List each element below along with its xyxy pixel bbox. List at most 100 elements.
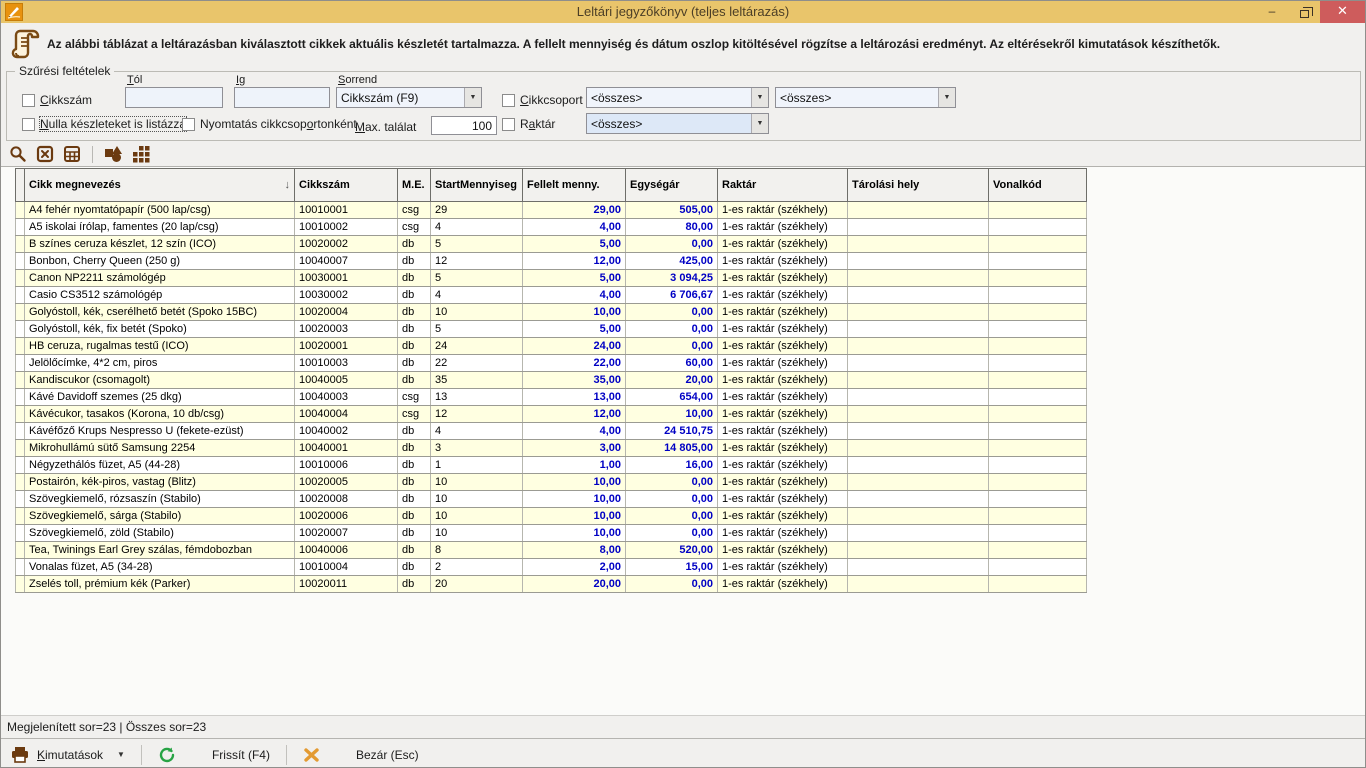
blocks-icon[interactable] <box>132 145 151 163</box>
cell-fellelt-menny[interactable]: 5,00 <box>523 321 626 338</box>
cell-startmennyiseg[interactable]: 13 <box>431 389 523 406</box>
cell-cikk-megnevezes[interactable]: Vonalas füzet, A5 (34-28) <box>25 559 295 576</box>
cell-vonalkod[interactable] <box>989 423 1087 440</box>
cell-tarolasi-hely[interactable] <box>848 355 989 372</box>
cell-me[interactable]: db <box>398 440 431 457</box>
cell-cikkszam[interactable]: 10040006 <box>295 542 398 559</box>
cell-startmennyiseg[interactable]: 4 <box>431 219 523 236</box>
cell-cikkszam[interactable]: 10020004 <box>295 304 398 321</box>
tol-input[interactable] <box>125 87 223 108</box>
cell-me[interactable]: db <box>398 338 431 355</box>
sorrend-select[interactable]: Cikkszám (F9) ▼ <box>336 87 482 108</box>
cell-egysegar[interactable]: 520,00 <box>626 542 718 559</box>
cell-cikkszam[interactable]: 10010002 <box>295 219 398 236</box>
row-selector-cell[interactable] <box>16 270 25 287</box>
cell-tarolasi-hely[interactable] <box>848 457 989 474</box>
cell-cikk-megnevezes[interactable]: Golyóstoll, kék, cserélhető betét (Spoko… <box>25 304 295 321</box>
cell-me[interactable]: db <box>398 576 431 593</box>
row-selector-cell[interactable] <box>16 474 25 491</box>
table-row[interactable]: Szövegkiemelő, zöld (Stabilo) 10020007 d… <box>16 525 1087 542</box>
cell-cikkszam[interactable]: 10020011 <box>295 576 398 593</box>
cell-raktar[interactable]: 1-es raktár (székhely) <box>718 389 848 406</box>
cell-me[interactable]: csg <box>398 389 431 406</box>
cell-cikkszam[interactable]: 10020003 <box>295 321 398 338</box>
cell-fellelt-menny[interactable]: 3,00 <box>523 440 626 457</box>
cell-tarolasi-hely[interactable] <box>848 236 989 253</box>
kimutatasok-button[interactable]: Kimutatások ▼ <box>11 746 125 763</box>
cell-cikkszam[interactable]: 10010003 <box>295 355 398 372</box>
cell-egysegar[interactable]: 0,00 <box>626 491 718 508</box>
cell-egysegar[interactable]: 654,00 <box>626 389 718 406</box>
cell-raktar[interactable]: 1-es raktár (székhely) <box>718 525 848 542</box>
cell-me[interactable]: db <box>398 287 431 304</box>
cell-tarolasi-hely[interactable] <box>848 508 989 525</box>
cell-me[interactable]: db <box>398 542 431 559</box>
cell-tarolasi-hely[interactable] <box>848 542 989 559</box>
cikkszam-checkbox[interactable] <box>22 94 35 107</box>
cell-fellelt-menny[interactable]: 22,00 <box>523 355 626 372</box>
cell-tarolasi-hely[interactable] <box>848 525 989 542</box>
cell-me[interactable]: csg <box>398 202 431 219</box>
cell-cikk-megnevezes[interactable]: Mikrohullámú sütő Samsung 2254 <box>25 440 295 457</box>
cell-cikkszam[interactable]: 10030002 <box>295 287 398 304</box>
cell-fellelt-menny[interactable]: 13,00 <box>523 389 626 406</box>
cell-me[interactable]: db <box>398 525 431 542</box>
cell-cikkszam[interactable]: 10040002 <box>295 423 398 440</box>
row-selector-cell[interactable] <box>16 525 25 542</box>
ig-input[interactable] <box>234 87 330 108</box>
cell-egysegar[interactable]: 14 805,00 <box>626 440 718 457</box>
table-row[interactable]: Kávéfőző Krups Nespresso U (fekete-ezüst… <box>16 423 1087 440</box>
cell-cikkszam[interactable]: 10020008 <box>295 491 398 508</box>
cell-raktar[interactable]: 1-es raktár (székhely) <box>718 508 848 525</box>
cell-egysegar[interactable]: 0,00 <box>626 236 718 253</box>
cell-egysegar[interactable]: 0,00 <box>626 525 718 542</box>
cell-me[interactable]: db <box>398 253 431 270</box>
cell-me[interactable]: csg <box>398 219 431 236</box>
cell-startmennyiseg[interactable]: 3 <box>431 440 523 457</box>
cell-me[interactable]: csg <box>398 406 431 423</box>
cell-me[interactable]: db <box>398 355 431 372</box>
cell-cikkszam[interactable]: 10040007 <box>295 253 398 270</box>
cell-fellelt-menny[interactable]: 8,00 <box>523 542 626 559</box>
cell-me[interactable]: db <box>398 321 431 338</box>
nulla-checkbox[interactable] <box>22 118 35 131</box>
chevron-down-icon[interactable]: ▼ <box>751 88 768 107</box>
cell-startmennyiseg[interactable]: 5 <box>431 270 523 287</box>
cell-me[interactable]: db <box>398 304 431 321</box>
cell-raktar[interactable]: 1-es raktár (székhely) <box>718 542 848 559</box>
cell-raktar[interactable]: 1-es raktár (székhely) <box>718 338 848 355</box>
cell-cikkszam[interactable]: 10010006 <box>295 457 398 474</box>
col-header-tarolasi-hely[interactable]: Tárolási hely <box>848 169 989 202</box>
table-row[interactable]: Szövegkiemelő, rózsaszín (Stabilo) 10020… <box>16 491 1087 508</box>
table-row[interactable]: Kávé Davidoff szemes (25 dkg) 10040003 c… <box>16 389 1087 406</box>
cell-fellelt-menny[interactable]: 5,00 <box>523 236 626 253</box>
cell-tarolasi-hely[interactable] <box>848 219 989 236</box>
cell-raktar[interactable]: 1-es raktár (székhely) <box>718 219 848 236</box>
row-selector-cell[interactable] <box>16 457 25 474</box>
max-talalat-input[interactable] <box>431 116 497 135</box>
cell-me[interactable]: db <box>398 236 431 253</box>
cell-me[interactable]: db <box>398 491 431 508</box>
cell-fellelt-menny[interactable]: 4,00 <box>523 219 626 236</box>
cell-vonalkod[interactable] <box>989 576 1087 593</box>
cell-tarolasi-hely[interactable] <box>848 287 989 304</box>
cell-egysegar[interactable]: 20,00 <box>626 372 718 389</box>
chevron-down-icon[interactable]: ▼ <box>464 88 481 107</box>
nyomtatas-checkbox[interactable] <box>182 118 195 131</box>
cell-raktar[interactable]: 1-es raktár (székhely) <box>718 440 848 457</box>
cell-egysegar[interactable]: 0,00 <box>626 338 718 355</box>
cell-tarolasi-hely[interactable] <box>848 491 989 508</box>
col-header-me[interactable]: M.E. <box>398 169 431 202</box>
cell-fellelt-menny[interactable]: 10,00 <box>523 474 626 491</box>
raktar-select[interactable]: <összes> ▼ <box>586 113 769 134</box>
col-header-cikk-megnevezes[interactable]: Cikk megnevezés↓ <box>25 169 295 202</box>
cell-startmennyiseg[interactable]: 2 <box>431 559 523 576</box>
cell-vonalkod[interactable] <box>989 440 1087 457</box>
cell-startmennyiseg[interactable]: 29 <box>431 202 523 219</box>
cell-cikkszam[interactable]: 10010004 <box>295 559 398 576</box>
cell-raktar[interactable]: 1-es raktár (székhely) <box>718 491 848 508</box>
cell-vonalkod[interactable] <box>989 508 1087 525</box>
cell-startmennyiseg[interactable]: 4 <box>431 423 523 440</box>
row-selector-cell[interactable] <box>16 440 25 457</box>
cell-tarolasi-hely[interactable] <box>848 338 989 355</box>
